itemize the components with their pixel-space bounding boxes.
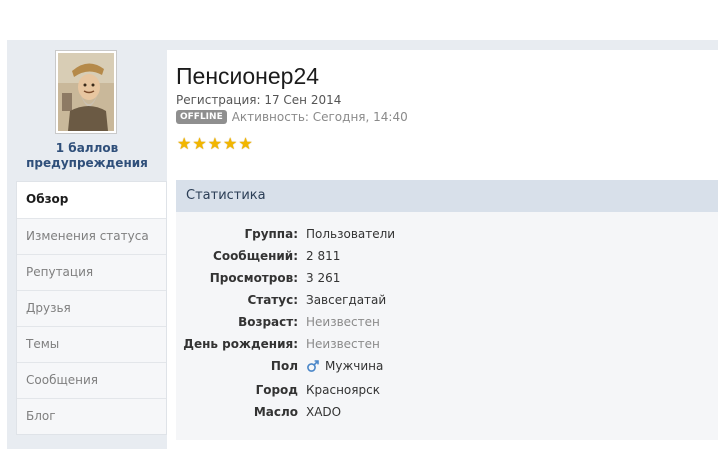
left-column: 1 баллов предупреждения Обзор Изменения … — [7, 40, 167, 449]
stat-row-status: Статус: Завсегдатай — [176, 290, 718, 310]
last-activity: Активность: Сегодня, 14:40 — [231, 110, 408, 124]
sidebar-item-overview[interactable]: Обзор — [17, 182, 166, 218]
registration-date: Регистрация: 17 Сен 2014 — [176, 93, 342, 107]
stat-row-city: Город Красноярск — [176, 380, 718, 400]
star-icon: ★ — [207, 134, 223, 153]
stat-row-group: Группа: Пользователи — [176, 224, 718, 244]
stat-value: 2 811 — [306, 249, 341, 263]
stat-label: Пол — [270, 359, 298, 373]
stat-label: Статус: — [247, 293, 298, 307]
stat-row-gender: Пол Мужчина — [176, 356, 718, 376]
avatar-image — [58, 53, 114, 131]
star-icon: ★ — [177, 134, 192, 153]
stat-value: XADO — [306, 405, 342, 419]
stat-value: 3 261 — [306, 271, 341, 285]
sidebar-item-friends[interactable]: Друзья — [17, 290, 166, 326]
star-icon: ★ — [238, 134, 253, 153]
male-gender-icon — [307, 360, 319, 372]
offline-status-badge: OFFLINE — [176, 110, 227, 124]
stat-value: Неизвестен — [306, 337, 380, 351]
rating-stars: ★ ★ ★ ★ ★ — [177, 136, 253, 152]
sidebar-item-topics[interactable]: Темы — [17, 326, 166, 362]
star-icon: ★ — [223, 134, 238, 153]
sidebar-item-blog[interactable]: Блог — [17, 398, 166, 434]
stat-row-oil: Масло XADO — [176, 402, 718, 422]
sidebar-item-posts[interactable]: Сообщения — [17, 362, 166, 398]
stat-value: Красноярск — [306, 383, 380, 397]
gender-text: Мужчина — [325, 359, 384, 373]
stat-value-gender: Мужчина — [306, 356, 383, 376]
sidebar-item-reputation[interactable]: Репутация — [17, 254, 166, 290]
stat-row-views: Просмотров: 3 261 — [176, 268, 718, 288]
stat-label: Сообщений: — [213, 249, 298, 263]
activity-line: OFFLINE Активность: Сегодня, 14:40 — [176, 109, 408, 125]
stat-label: Группа: — [244, 227, 298, 241]
profile-frame: 1 баллов предупреждения Обзор Изменения … — [7, 40, 718, 449]
stats-header: Статистика — [176, 180, 718, 212]
sidebar-item-status-updates[interactable]: Изменения статуса — [17, 218, 166, 254]
profile-sidebar-nav: Обзор Изменения статуса Репутация Друзья… — [16, 181, 167, 435]
stat-label: День рождения: — [183, 337, 298, 351]
stat-row-age: Возраст: Неизвестен — [176, 312, 718, 332]
profile-main-panel: Пенсионер24 Регистрация: 17 Сен 2014 OFF… — [167, 50, 718, 449]
stat-row-birthday: День рождения: Неизвестен — [176, 334, 718, 354]
username-title: Пенсионер24 — [176, 63, 320, 89]
stat-value: Завсегдатай — [306, 293, 387, 307]
star-icon: ★ — [192, 134, 207, 153]
stat-label: Возраст: — [238, 315, 298, 329]
warning-points[interactable]: 1 баллов предупреждения — [7, 141, 167, 171]
avatar[interactable] — [55, 50, 117, 134]
stat-label: Масло — [253, 405, 298, 419]
stat-row-posts: Сообщений: 2 811 — [176, 246, 718, 266]
stat-label: Просмотров: — [209, 271, 298, 285]
stat-value: Неизвестен — [306, 315, 380, 329]
stat-value: Пользователи — [306, 227, 396, 241]
stat-label: Город — [255, 383, 298, 397]
stats-table: Группа: Пользователи Сообщений: 2 811 Пр… — [176, 212, 718, 440]
